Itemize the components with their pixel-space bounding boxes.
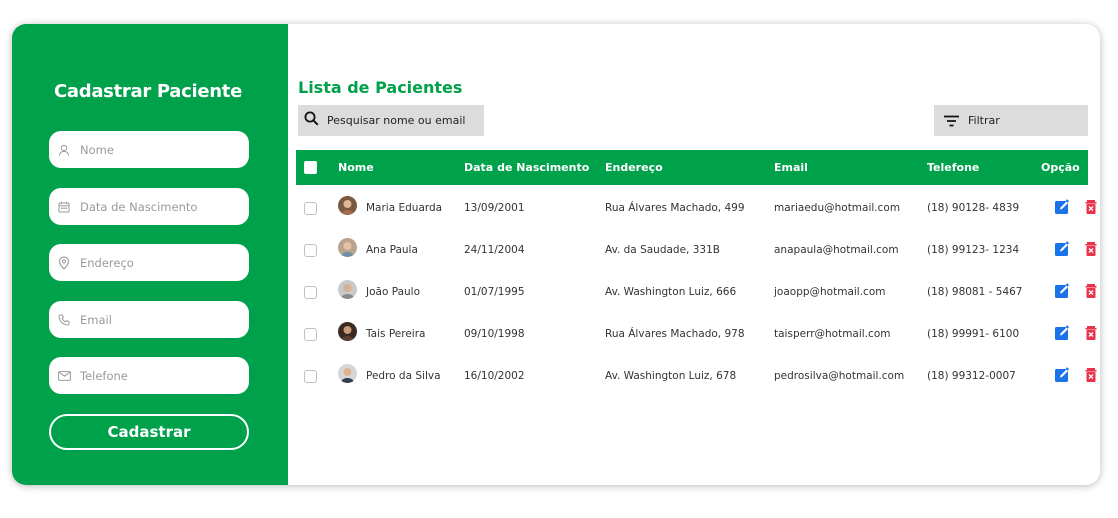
col-phone[interactable]: Telefone: [927, 161, 979, 174]
col-email[interactable]: Email: [774, 161, 808, 174]
row-checkbox[interactable]: [304, 328, 317, 341]
col-birthdate[interactable]: Data de Nascimento: [464, 161, 589, 174]
filter-label: Filtrar: [968, 114, 1000, 127]
email-input[interactable]: [80, 312, 230, 327]
patient-birthdate: 01/07/1995: [464, 286, 525, 298]
avatar: [338, 280, 357, 299]
row-checkbox[interactable]: [304, 244, 317, 257]
delete-icon[interactable]: [1083, 367, 1099, 383]
phone-icon: [57, 313, 71, 327]
edit-icon[interactable]: [1054, 325, 1070, 341]
table-row: Pedro da Silva 16/10/2002 Av. Washington…: [296, 357, 1097, 399]
table-header: Nome Data de Nascimento Endereço Email T…: [296, 150, 1088, 185]
avatar: [338, 364, 357, 383]
name-field[interactable]: [49, 131, 249, 168]
birthdate-field[interactable]: [49, 188, 249, 225]
table-row: Tais Pereira 09/10/1998 Rua Álvares Mach…: [296, 315, 1097, 357]
edit-icon[interactable]: [1054, 241, 1070, 257]
patient-email: pedrosilva@hotmail.com: [774, 370, 905, 382]
delete-icon[interactable]: [1083, 241, 1099, 257]
col-name[interactable]: Nome: [338, 161, 374, 174]
edit-icon[interactable]: [1054, 283, 1070, 299]
birthdate-input[interactable]: [80, 199, 230, 214]
patient-phone: (18) 99123- 1234: [927, 244, 1020, 256]
patient-birthdate: 13/09/2001: [464, 202, 525, 214]
row-checkbox[interactable]: [304, 286, 317, 299]
user-icon: [57, 143, 71, 157]
patient-email: anapaula@hotmail.com: [774, 244, 899, 256]
patient-email: taisperr@hotmail.com: [774, 328, 891, 340]
delete-icon[interactable]: [1083, 325, 1099, 341]
patient-birthdate: 09/10/1998: [464, 328, 525, 340]
avatar: [338, 196, 357, 215]
register-button[interactable]: Cadastrar: [49, 414, 249, 450]
patient-address: Av. Washington Luiz, 666: [605, 286, 737, 298]
list-title: Lista de Pacientes: [298, 78, 463, 97]
address-input[interactable]: [80, 255, 230, 270]
patient-name: Ana Paula: [366, 244, 418, 256]
select-all-checkbox[interactable]: [304, 161, 317, 174]
phone-input[interactable]: [80, 368, 230, 383]
patient-name: Maria Eduarda: [366, 202, 443, 214]
avatar: [338, 238, 357, 257]
location-pin-icon: [57, 255, 71, 270]
patient-card: Cadastrar Paciente Nome Data de Nascimen…: [12, 24, 1100, 485]
search-input[interactable]: [327, 114, 477, 127]
mail-icon: [57, 369, 71, 383]
table-row: João Paulo 01/07/1995 Av. Washington Lui…: [296, 273, 1097, 315]
phone-field[interactable]: [49, 357, 249, 394]
calendar-icon: [57, 200, 71, 214]
patient-address: Av. da Saudade, 331B: [605, 244, 720, 256]
patient-email: mariaedu@hotmail.com: [774, 202, 901, 214]
patient-phone: (18) 90128- 4839: [927, 202, 1020, 214]
delete-icon[interactable]: [1083, 283, 1099, 299]
row-checkbox[interactable]: [304, 202, 317, 215]
avatar: [338, 322, 357, 341]
delete-icon[interactable]: [1083, 199, 1099, 215]
filter-button[interactable]: Filtrar: [934, 105, 1088, 136]
patient-phone: (18) 99312-0007: [927, 370, 1016, 382]
edit-icon[interactable]: [1054, 199, 1070, 215]
email-field[interactable]: [49, 301, 249, 338]
patient-address: Rua Álvares Machado, 499: [605, 202, 745, 214]
form-title: Cadastrar Paciente: [53, 81, 242, 102]
table-row: Maria Eduarda 13/09/2001 Rua Álvares Mac…: [296, 189, 1097, 231]
search-icon: [304, 111, 319, 130]
patient-phone: (18) 99991- 6100: [927, 328, 1020, 340]
patient-phone: (18) 98081 - 5467: [927, 286, 1023, 298]
filter-icon: [944, 115, 959, 126]
table-row: Ana Paula 24/11/2004 Av. da Saudade, 331…: [296, 231, 1097, 273]
patient-name: Pedro da Silva: [366, 370, 441, 382]
patient-name: Tais Pereira: [366, 328, 426, 340]
address-field[interactable]: [49, 244, 249, 281]
col-options: Opção: [1041, 161, 1080, 174]
patient-email: joaopp@hotmail.com: [774, 286, 886, 298]
search-bar[interactable]: [298, 105, 484, 136]
row-checkbox[interactable]: [304, 370, 317, 383]
register-panel: Cadastrar Paciente Nome Data de Nascimen…: [12, 24, 288, 485]
patient-name: João Paulo: [366, 286, 421, 298]
patient-birthdate: 24/11/2004: [464, 244, 525, 256]
patient-birthdate: 16/10/2002: [464, 370, 525, 382]
edit-icon[interactable]: [1054, 367, 1070, 383]
col-address[interactable]: Endereço: [605, 161, 663, 174]
name-input[interactable]: [80, 142, 230, 157]
patient-address: Av. Washington Luiz, 678: [605, 370, 737, 382]
patient-address: Rua Álvares Machado, 978: [605, 328, 745, 340]
